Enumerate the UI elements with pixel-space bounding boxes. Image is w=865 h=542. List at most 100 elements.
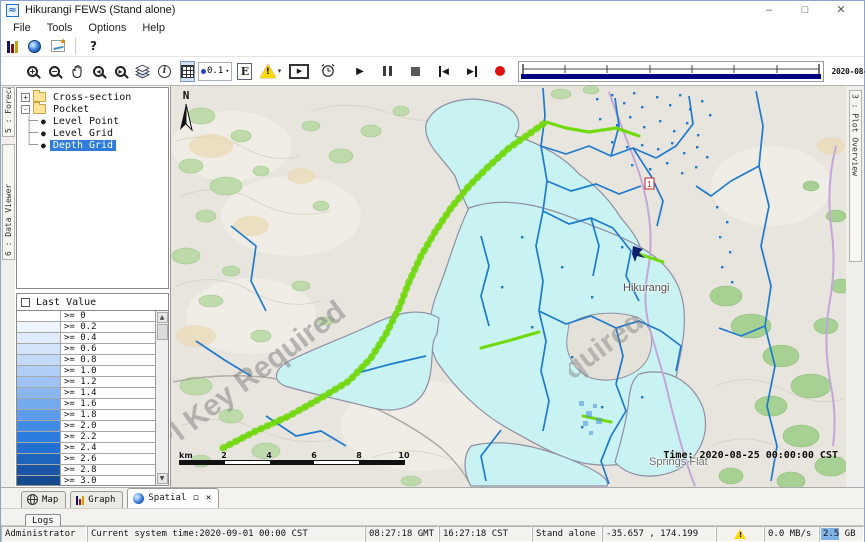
- layers-button[interactable]: [133, 61, 152, 82]
- tab-map[interactable]: Map: [21, 491, 66, 508]
- minimize-button[interactable]: –: [751, 2, 787, 19]
- map-display-icon[interactable]: [28, 40, 41, 53]
- menu-tools[interactable]: Tools: [39, 22, 81, 34]
- tree-node-level-point[interactable]: ├─ ● Level Point: [17, 115, 168, 127]
- legend-swatch: [17, 377, 61, 387]
- play-button[interactable]: ▶: [350, 61, 369, 82]
- zoom-previous-button[interactable]: ◂: [89, 61, 108, 82]
- scrollbar-thumb[interactable]: [157, 324, 168, 340]
- watermark-clip: API Key Required: [569, 316, 657, 380]
- zoom-next-button[interactable]: ▸: [111, 61, 130, 82]
- tab-maximize-icon[interactable]: ◻: [193, 493, 198, 503]
- scale-bar-segments: [179, 460, 405, 465]
- legend-swatch: [17, 311, 61, 321]
- tab-spatial[interactable]: Spatial ◻ ✕: [127, 488, 219, 508]
- tab-graph-label: Graph: [88, 495, 115, 505]
- record-button[interactable]: [490, 61, 509, 82]
- menu-bar: File Tools Options Help: [1, 19, 864, 36]
- tab-forecast[interactable]: 5 : Forecast: [2, 87, 15, 137]
- legend-swatch: [17, 421, 61, 431]
- tree-node-label-selected[interactable]: Depth Grid: [50, 140, 116, 151]
- legend-row-label: >= 0.8: [61, 355, 155, 365]
- help-button[interactable]: ?: [86, 39, 101, 53]
- scale-bar: km 2 4 6 8 10: [179, 451, 407, 465]
- legend-scrollbar[interactable]: ▲ ▼: [155, 311, 168, 485]
- grid-display-toggle[interactable]: [180, 61, 195, 82]
- warning-icon: !: [260, 64, 276, 78]
- legend-rows: >= 0 >= 0.2 >= 0.4 >= 0.6 >= 0.8 >= 1.0 …: [17, 311, 155, 485]
- tree-branch-icon: ├─: [26, 116, 38, 127]
- tree-node-pocket[interactable]: - Pocket: [17, 103, 168, 115]
- status-memory: 2.5 GB: [819, 526, 864, 542]
- north-arrow-icon: [179, 102, 193, 132]
- pause-icon: [383, 66, 392, 76]
- app-logo-icon: ≈: [6, 4, 19, 17]
- tab-close-icon[interactable]: ✕: [206, 493, 211, 503]
- status-transfer-rate: 0.0 MB/s: [764, 526, 819, 542]
- status-warning[interactable]: !: [716, 526, 764, 542]
- warning-threshold-dropdown[interactable]: ! ▾: [257, 61, 283, 82]
- map-canvas: 1: [171, 86, 846, 487]
- layer-tree: + Cross-section - Pocket ├─ ● Level Poin…: [16, 87, 169, 289]
- scroll-down-icon[interactable]: ▼: [157, 473, 168, 484]
- skip-end-icon: ▶: [467, 66, 477, 77]
- animation-clock-icon: [320, 63, 336, 79]
- tab-map-label: Map: [42, 495, 58, 505]
- highway-shield: 1: [645, 178, 654, 189]
- status-coordinates: -35.657 , 174.199: [602, 526, 716, 542]
- legend-swatch: [17, 388, 61, 398]
- timeline-slider[interactable]: [518, 61, 824, 82]
- tree-node-label[interactable]: Level Grid: [50, 128, 116, 139]
- node-bullet-icon: ●: [41, 141, 46, 150]
- label-icon: E: [237, 63, 252, 80]
- expand-icon[interactable]: +: [21, 93, 30, 102]
- legend-swatch: [17, 432, 61, 442]
- legend-row-label: >= 2.6: [61, 454, 155, 464]
- tree-node-depth-grid[interactable]: └─ ● Depth Grid: [17, 139, 168, 151]
- map-viewport[interactable]: 1 API Key Required API Key Required N Hi…: [171, 86, 846, 487]
- menu-file[interactable]: File: [5, 22, 39, 34]
- tree-node-level-grid[interactable]: ├─ ● Level Grid: [17, 127, 168, 139]
- timeseries-display-icon[interactable]: [7, 40, 18, 53]
- legend-row: >= 1.0: [17, 366, 155, 377]
- legend-row-label: >= 0.6: [61, 344, 155, 354]
- svg-text:1: 1: [647, 180, 652, 189]
- menu-options[interactable]: Options: [80, 22, 134, 34]
- scale-tick: 10: [398, 451, 409, 460]
- close-button[interactable]: ✕: [823, 2, 859, 19]
- tree-node-label[interactable]: Level Point: [50, 116, 122, 127]
- pause-button[interactable]: [378, 61, 397, 82]
- longitudinal-profile-icon[interactable]: [51, 40, 65, 52]
- tab-data-viewer[interactable]: 6 : Data Viewer: [2, 144, 15, 260]
- main-area: 5 : Forecast 6 : Data Viewer + Cross-sec…: [1, 86, 864, 488]
- scroll-up-icon[interactable]: ▲: [157, 312, 168, 323]
- legend-swatch: [17, 454, 61, 464]
- tree-branch-icon: ├─: [26, 128, 38, 139]
- chevron-down-icon: ▾: [278, 67, 282, 75]
- zoom-in-button[interactable]: +: [23, 61, 42, 82]
- tree-node-label[interactable]: Cross-section: [50, 92, 134, 103]
- classbreaks-dropdown[interactable]: 0.1 ▾: [198, 62, 232, 81]
- map-time-label: Time: 2020-08-25 00:00:00 CST: [663, 450, 838, 461]
- info-button[interactable]: i: [155, 61, 174, 82]
- tree-node-label[interactable]: Pocket: [50, 104, 92, 115]
- menu-help[interactable]: Help: [134, 22, 173, 34]
- last-value-checkbox[interactable]: [21, 298, 30, 307]
- legend-swatch: [17, 366, 61, 376]
- skip-to-end-button[interactable]: ▶: [462, 61, 481, 82]
- pan-button[interactable]: [67, 61, 86, 82]
- legend-row: >= 0: [17, 311, 155, 322]
- animation-settings-button[interactable]: [315, 61, 341, 82]
- chevron-down-icon: ▾: [225, 67, 229, 75]
- tree-branch-icon: └─: [26, 140, 38, 151]
- maximize-button[interactable]: □: [787, 2, 823, 19]
- movie-icon: ▶: [289, 64, 309, 79]
- label-toggle-button[interactable]: E: [235, 61, 254, 82]
- tab-plot-overview[interactable]: 3 : Plot Overview: [849, 90, 862, 262]
- collapse-icon[interactable]: -: [21, 105, 30, 114]
- movie-player-button[interactable]: ▶: [286, 61, 312, 82]
- zoom-out-button[interactable]: −: [45, 61, 64, 82]
- stop-button[interactable]: [406, 61, 425, 82]
- tab-graph[interactable]: Graph: [70, 491, 123, 508]
- skip-to-begin-button[interactable]: ◀: [434, 61, 453, 82]
